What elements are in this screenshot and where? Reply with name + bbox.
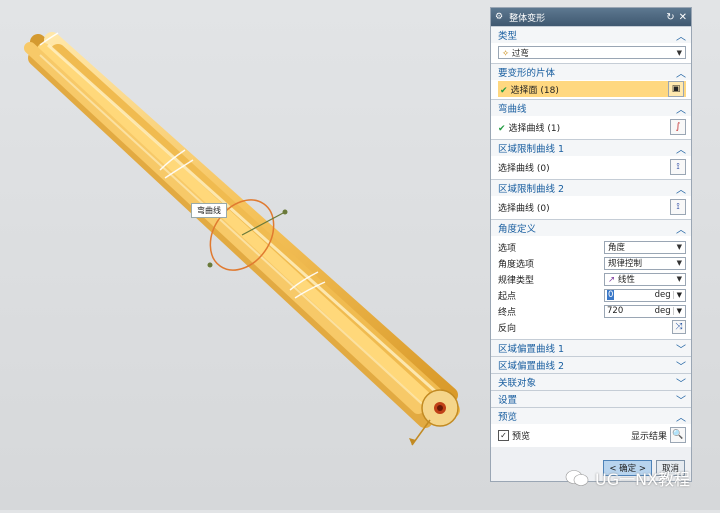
bend-curve-label: 弯曲线: [191, 203, 227, 218]
option-label: 选项: [498, 243, 517, 254]
chevron-up-icon: ︿: [676, 412, 686, 424]
section-angle-header[interactable]: 角度定义 ︿: [491, 219, 691, 236]
start-value: 0: [607, 290, 615, 300]
curve-select-icon[interactable]: ⟟: [670, 159, 686, 175]
bend-type-icon: ✧: [502, 48, 510, 59]
select-limit2-label: 选择曲线 (0): [498, 203, 550, 214]
section-type-header[interactable]: 类型 ︿: [491, 26, 691, 43]
end-value: 720: [607, 306, 624, 316]
section-offset1-title: 区域偏置曲线 1: [498, 344, 565, 355]
dialog-title: 整体变形: [509, 13, 546, 24]
section-preview-header[interactable]: 预览 ︿: [491, 407, 691, 424]
chevron-down-icon: ▼: [676, 48, 682, 57]
chevron-down-icon[interactable]: ▼: [672, 307, 685, 315]
section-limit2-title: 区域限制曲线 2: [498, 184, 565, 195]
law-type-value: 线性: [617, 275, 635, 285]
select-bend-curve-label: 选择曲线 (1): [508, 123, 561, 134]
select-bend-curve-row[interactable]: ✔ 选择曲线 (1) ∫: [498, 119, 686, 135]
chevron-up-icon: ︿: [676, 104, 686, 116]
dialog-titlebar: ⚙ 整体变形 ↻ ✕: [491, 8, 691, 26]
end-label: 终点: [498, 307, 517, 318]
cube-select-icon[interactable]: ▣: [668, 81, 684, 97]
section-limit1-title: 区域限制曲线 1: [498, 144, 565, 155]
chevron-up-icon: ︿: [676, 31, 686, 43]
chevron-down-icon: ﹀: [676, 361, 686, 373]
tube-bundle: [24, 32, 460, 428]
section-angle-title: 角度定义: [498, 224, 537, 235]
law-type-label: 规律类型: [498, 275, 535, 286]
start-angle-input[interactable]: 0 deg ▼: [604, 288, 686, 302]
section-offset2-title: 区域偏置曲线 2: [498, 361, 565, 372]
angle-option-label: 角度选项: [498, 259, 535, 270]
type-value: 过弯: [511, 48, 529, 59]
reset-icon[interactable]: ↻: [666, 12, 674, 23]
chevron-up-icon: ︿: [676, 224, 686, 236]
start-label: 起点: [498, 291, 517, 302]
check-icon: ✔: [500, 85, 508, 96]
end-unit: deg: [654, 306, 671, 316]
angle-option-value: 规律控制: [608, 259, 643, 269]
angle-option-dropdown[interactable]: 规律控制 ▼: [604, 256, 686, 270]
select-faces-label: 选择面 (18): [510, 85, 559, 96]
curve-select-icon[interactable]: ⟟: [670, 199, 686, 215]
chevron-down-icon: ▼: [676, 259, 682, 267]
section-settings-header[interactable]: 设置 ﹀: [491, 390, 691, 407]
watermark-text: UG一NX教程: [595, 470, 691, 489]
section-bend-curve-header[interactable]: 弯曲线 ︿: [491, 99, 691, 116]
section-limit1-header[interactable]: 区域限制曲线 1 ︿: [491, 139, 691, 156]
select-limit1-label: 选择曲线 (0): [498, 163, 550, 174]
chevron-up-icon: ︿: [676, 68, 686, 80]
section-bend-curve-title: 弯曲线: [498, 104, 527, 115]
linear-law-icon: ↗: [608, 275, 616, 285]
magnifier-icon[interactable]: 🔍: [670, 427, 686, 443]
bundle-end-face: [421, 389, 459, 427]
check-icon: ✔: [498, 123, 506, 134]
section-settings-title: 设置: [498, 395, 518, 406]
close-icon[interactable]: ✕: [679, 12, 687, 23]
chevron-down-icon: ▼: [676, 275, 682, 283]
global-shaping-dialog: ⚙ 整体变形 ↻ ✕ 类型 ︿ ✧ 过弯 ▼ 要变形的片体 ︿ ✔ 选择面 (18…: [490, 7, 692, 482]
preview-label: 预览: [512, 431, 531, 442]
gear-icon[interactable]: ⚙: [495, 12, 503, 22]
section-bodies-header[interactable]: 要变形的片体 ︿: [491, 63, 691, 80]
chevron-down-icon: ▼: [676, 243, 682, 251]
section-bodies-title: 要变形的片体: [498, 68, 556, 79]
reverse-label: 反向: [498, 323, 517, 334]
option-value: 角度: [608, 243, 626, 253]
watermark: UG一NX教程: [565, 466, 690, 490]
section-limit2-header[interactable]: 区域限制曲线 2 ︿: [491, 179, 691, 196]
option-dropdown[interactable]: 角度 ▼: [604, 240, 686, 254]
wechat-icon: [565, 470, 589, 486]
end-angle-input[interactable]: 720 deg ▼: [604, 304, 686, 318]
section-associate-title: 关联对象: [498, 378, 537, 389]
chevron-down-icon[interactable]: ▼: [672, 291, 685, 299]
type-dropdown[interactable]: ✧ 过弯 ▼: [498, 46, 686, 59]
section-preview-title: 预览: [498, 412, 518, 423]
reverse-direction-icon[interactable]: ⤨: [672, 320, 686, 334]
select-faces-row[interactable]: ✔ 选择面 (18) ▣: [498, 81, 686, 97]
start-unit: deg: [654, 290, 671, 300]
chevron-down-icon: ﹀: [676, 344, 686, 356]
graphics-viewport[interactable]: 弯曲线: [0, 0, 490, 510]
section-associate-header[interactable]: 关联对象 ﹀: [491, 373, 691, 390]
preview-checkbox[interactable]: ✓: [498, 429, 509, 441]
bundle-model[interactable]: [0, 0, 490, 510]
select-limit2-row[interactable]: 选择曲线 (0) ⟟: [498, 199, 686, 215]
curve-select-icon[interactable]: ∫: [670, 119, 686, 135]
chevron-down-icon: ﹀: [676, 395, 686, 407]
section-offset1-header[interactable]: 区域偏置曲线 1 ﹀: [491, 339, 691, 356]
chevron-down-icon: ﹀: [676, 378, 686, 390]
select-limit1-row[interactable]: 选择曲线 (0) ⟟: [498, 159, 686, 175]
chevron-up-icon: ︿: [676, 184, 686, 196]
law-type-dropdown[interactable]: ↗ 线性 ▼: [604, 272, 686, 286]
section-offset2-header[interactable]: 区域偏置曲线 2 ﹀: [491, 356, 691, 373]
chevron-up-icon: ︿: [676, 144, 686, 156]
show-result-label: 显示结果: [630, 431, 667, 442]
section-type-title: 类型: [498, 31, 518, 42]
